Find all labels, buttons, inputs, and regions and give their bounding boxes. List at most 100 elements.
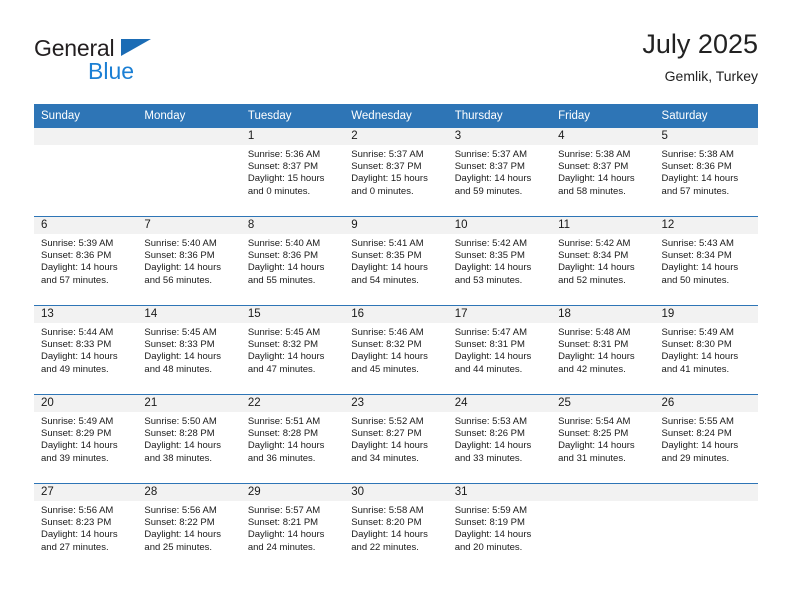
sunset-time: Sunset: 8:32 PM [247,339,319,351]
calendar-day-cell[interactable]: 29 Sunrise: 5:57 AM Sunset: 8:21 PM Dayligh… [240,483,345,572]
calendar-day-cell[interactable]: 3 Sunrise: 5:37 AM Sunset: 8:37 PM Daylight… [447,128,552,217]
sun-info: Sunrise: 5:55 AM Sunset: 8:24 PM Daylight:… [655,412,758,465]
calendar-day-cell[interactable]: 22 Sunrise: 5:51 AM Sunset: 8:28 PM Dayligh… [240,394,345,484]
sunset-time: Sunset: 8:23 PM [41,517,112,529]
calendar-day-cell[interactable]: 6 Sunrise: 5:39 AM Sunset: 8:36 PM Daylight… [34,216,138,306]
daylight-duration-line2: and 34 minutes. [351,452,419,464]
calendar-day-cell[interactable]: 18 Sunrise: 5:48 AM Sunset: 8:31 PM Dayligh… [551,305,655,395]
calendar-body: 1 Sunrise: 5:36 AM Sunset: 8:37 PM Daylight… [34,128,758,572]
daylight-duration-line2: and 31 minutes. [558,452,626,464]
sunrise-time: Sunrise: 5:36 AM [247,149,321,160]
weekday-header-friday: Friday [551,104,655,128]
sunset-time: Sunset: 8:32 PM [351,339,422,351]
calendar-day-cell[interactable]: 19 Sunrise: 5:49 AM Sunset: 8:30 PM Dayligh… [654,305,758,395]
calendar-header-row-group: Sunday Monday Tuesday Wednesday Thursday… [34,104,758,128]
sunset-time: Sunset: 8:21 PM [247,517,319,529]
sun-info: Sunrise: 5:45 AM Sunset: 8:33 PM Daylight:… [137,323,240,376]
calendar-day-cell[interactable]: 31 Sunrise: 5:59 AM Sunset: 8:19 PM Dayligh… [447,483,552,572]
daylight-duration-line1: Daylight: 15 hours [351,173,428,185]
calendar-week-row: 1 Sunrise: 5:36 AM Sunset: 8:37 PM Daylight… [34,128,758,217]
calendar-day-cell[interactable]: 25 Sunrise: 5:54 AM Sunset: 8:25 PM Dayligh… [551,394,655,484]
sun-info: Sunrise: 5:40 AM Sunset: 8:36 PM Daylight:… [137,234,240,287]
day-number: 23 [344,395,448,412]
day-cell-body: 30 Sunrise: 5:58 AM Sunset: 8:20 PM Dayligh… [344,484,448,572]
day-number: 3 [447,128,552,145]
calendar-day-cell[interactable]: 11 Sunrise: 5:42 AM Sunset: 8:34 PM Dayligh… [551,216,655,306]
day-number: 12 [654,217,758,234]
generalblue-logo[interactable]: General Blue [34,36,254,92]
calendar-day-cell[interactable]: 9 Sunrise: 5:41 AM Sunset: 8:35 PM Daylight… [344,216,448,306]
calendar-day-cell[interactable]: 27 Sunrise: 5:56 AM Sunset: 8:23 PM Dayligh… [34,483,138,572]
calendar-day-cell[interactable]: 28 Sunrise: 5:56 AM Sunset: 8:22 PM Dayligh… [137,483,241,572]
daylight-duration-line1: Daylight: 14 hours [558,262,635,274]
calendar-day-cell[interactable]: 30 Sunrise: 5:58 AM Sunset: 8:20 PM Dayligh… [344,483,448,572]
sunrise-time: Sunrise: 5:38 AM [661,149,734,160]
calendar-day-cell[interactable]: 21 Sunrise: 5:50 AM Sunset: 8:28 PM Dayligh… [137,394,241,484]
sunrise-time: Sunrise: 5:54 AM [558,416,631,427]
sun-info: Sunrise: 5:57 AM Sunset: 8:21 PM Daylight:… [241,501,344,554]
sunrise-time: Sunrise: 5:42 AM [558,238,631,249]
sunset-time: Sunset: 8:34 PM [661,250,732,262]
day-number: 20 [34,395,138,412]
sunrise-time: Sunrise: 5:39 AM [41,238,114,249]
calendar-day-cell[interactable]: 14 Sunrise: 5:45 AM Sunset: 8:33 PM Dayligh… [137,305,241,395]
calendar-day-cell[interactable]: 16 Sunrise: 5:46 AM Sunset: 8:32 PM Dayligh… [344,305,448,395]
sun-info: Sunrise: 5:59 AM Sunset: 8:19 PM Daylight:… [448,501,551,554]
day-number: 22 [240,395,345,412]
sun-info: Sunrise: 5:51 AM Sunset: 8:28 PM Daylight:… [241,412,344,465]
daylight-duration-line2: and 59 minutes. [454,185,523,197]
daylight-duration-line1: Daylight: 14 hours [661,173,739,185]
sun-info: Sunrise: 5:42 AM Sunset: 8:34 PM Daylight:… [551,234,654,287]
day-number: 6 [34,217,138,234]
calendar-day-cell[interactable]: 20 Sunrise: 5:49 AM Sunset: 8:29 PM Dayligh… [34,394,138,484]
calendar-day-cell[interactable]: 24 Sunrise: 5:53 AM Sunset: 8:26 PM Dayligh… [447,394,552,484]
daylight-duration-line2: and 42 minutes. [558,363,626,375]
sunset-time: Sunset: 8:25 PM [558,428,629,440]
calendar-day-cell[interactable]: 13 Sunrise: 5:44 AM Sunset: 8:33 PM Dayligh… [34,305,138,395]
calendar-day-cell[interactable]: 7 Sunrise: 5:40 AM Sunset: 8:36 PM Daylight… [137,216,241,306]
calendar-day-cell[interactable]: 2 Sunrise: 5:37 AM Sunset: 8:37 PM Daylight… [344,128,448,217]
daylight-duration-line2: and 33 minutes. [454,452,523,464]
page-title: July 2025 [642,29,758,59]
calendar-day-cell[interactable]: 5 Sunrise: 5:38 AM Sunset: 8:36 PM Daylight… [654,128,758,217]
calendar-week-row: 27 Sunrise: 5:56 AM Sunset: 8:23 PM Dayligh… [34,483,758,572]
daylight-duration-line2: and 29 minutes. [661,452,730,464]
day-cell-body: 7 Sunrise: 5:40 AM Sunset: 8:36 PM Daylight… [137,217,241,305]
calendar-day-cell[interactable]: 4 Sunrise: 5:38 AM Sunset: 8:37 PM Daylight… [551,128,655,217]
calendar-day-cell[interactable]: 17 Sunrise: 5:47 AM Sunset: 8:31 PM Dayligh… [447,305,552,395]
calendar-day-cell[interactable]: 26 Sunrise: 5:55 AM Sunset: 8:24 PM Dayligh… [654,394,758,484]
weekday-header-saturday: Saturday [654,104,758,128]
sun-info: Sunrise: 5:37 AM Sunset: 8:37 PM Daylight:… [344,145,447,198]
daylight-duration-line2: and 41 minutes. [661,363,730,375]
daylight-duration-line1: Daylight: 14 hours [144,440,221,452]
sunrise-time: Sunrise: 5:55 AM [661,416,734,427]
daylight-duration-line2: and 57 minutes. [41,274,109,286]
daylight-duration-line1: Daylight: 14 hours [41,351,118,363]
sunset-time: Sunset: 8:31 PM [454,339,525,351]
calendar-day-cell[interactable]: 1 Sunrise: 5:36 AM Sunset: 8:37 PM Daylight… [240,128,345,217]
sun-info: Sunrise: 5:49 AM Sunset: 8:29 PM Daylight:… [34,412,137,465]
daylight-duration-line1: Daylight: 14 hours [661,262,739,274]
calendar-day-cell[interactable]: 10 Sunrise: 5:42 AM Sunset: 8:35 PM Dayligh… [447,216,552,306]
calendar-day-cell[interactable]: 15 Sunrise: 5:45 AM Sunset: 8:32 PM Dayligh… [240,305,345,395]
day-number: 13 [34,306,138,323]
day-cell-body: 13 Sunrise: 5:44 AM Sunset: 8:33 PM Dayligh… [34,306,138,394]
day-cell-body: 4 Sunrise: 5:38 AM Sunset: 8:37 PM Daylight… [551,128,655,216]
sunrise-time: Sunrise: 5:40 AM [144,238,217,249]
sunrise-time: Sunrise: 5:57 AM [247,505,321,516]
day-cell-body: 6 Sunrise: 5:39 AM Sunset: 8:36 PM Daylight… [34,217,138,305]
daylight-duration-line2: and 36 minutes. [247,452,316,464]
daylight-duration-line1: Daylight: 14 hours [41,440,118,452]
day-cell-body: 9 Sunrise: 5:41 AM Sunset: 8:35 PM Daylight… [344,217,448,305]
day-number: 21 [137,395,241,412]
sun-info: Sunrise: 5:42 AM Sunset: 8:35 PM Daylight:… [448,234,551,287]
sun-info: Sunrise: 5:44 AM Sunset: 8:33 PM Daylight:… [34,323,137,376]
daylight-duration-line1: Daylight: 14 hours [558,173,635,185]
sunset-time: Sunset: 8:37 PM [558,161,629,173]
sun-info: Sunrise: 5:56 AM Sunset: 8:22 PM Daylight:… [137,501,240,554]
calendar-day-cell[interactable]: 23 Sunrise: 5:52 AM Sunset: 8:27 PM Dayligh… [344,394,448,484]
day-cell-body: 2 Sunrise: 5:37 AM Sunset: 8:37 PM Daylight… [344,128,448,216]
calendar-day-cell[interactable]: 8 Sunrise: 5:40 AM Sunset: 8:36 PM Daylight… [240,216,345,306]
sunrise-time: Sunrise: 5:50 AM [144,416,217,427]
calendar-day-cell[interactable]: 12 Sunrise: 5:43 AM Sunset: 8:34 PM Dayligh… [654,216,758,306]
